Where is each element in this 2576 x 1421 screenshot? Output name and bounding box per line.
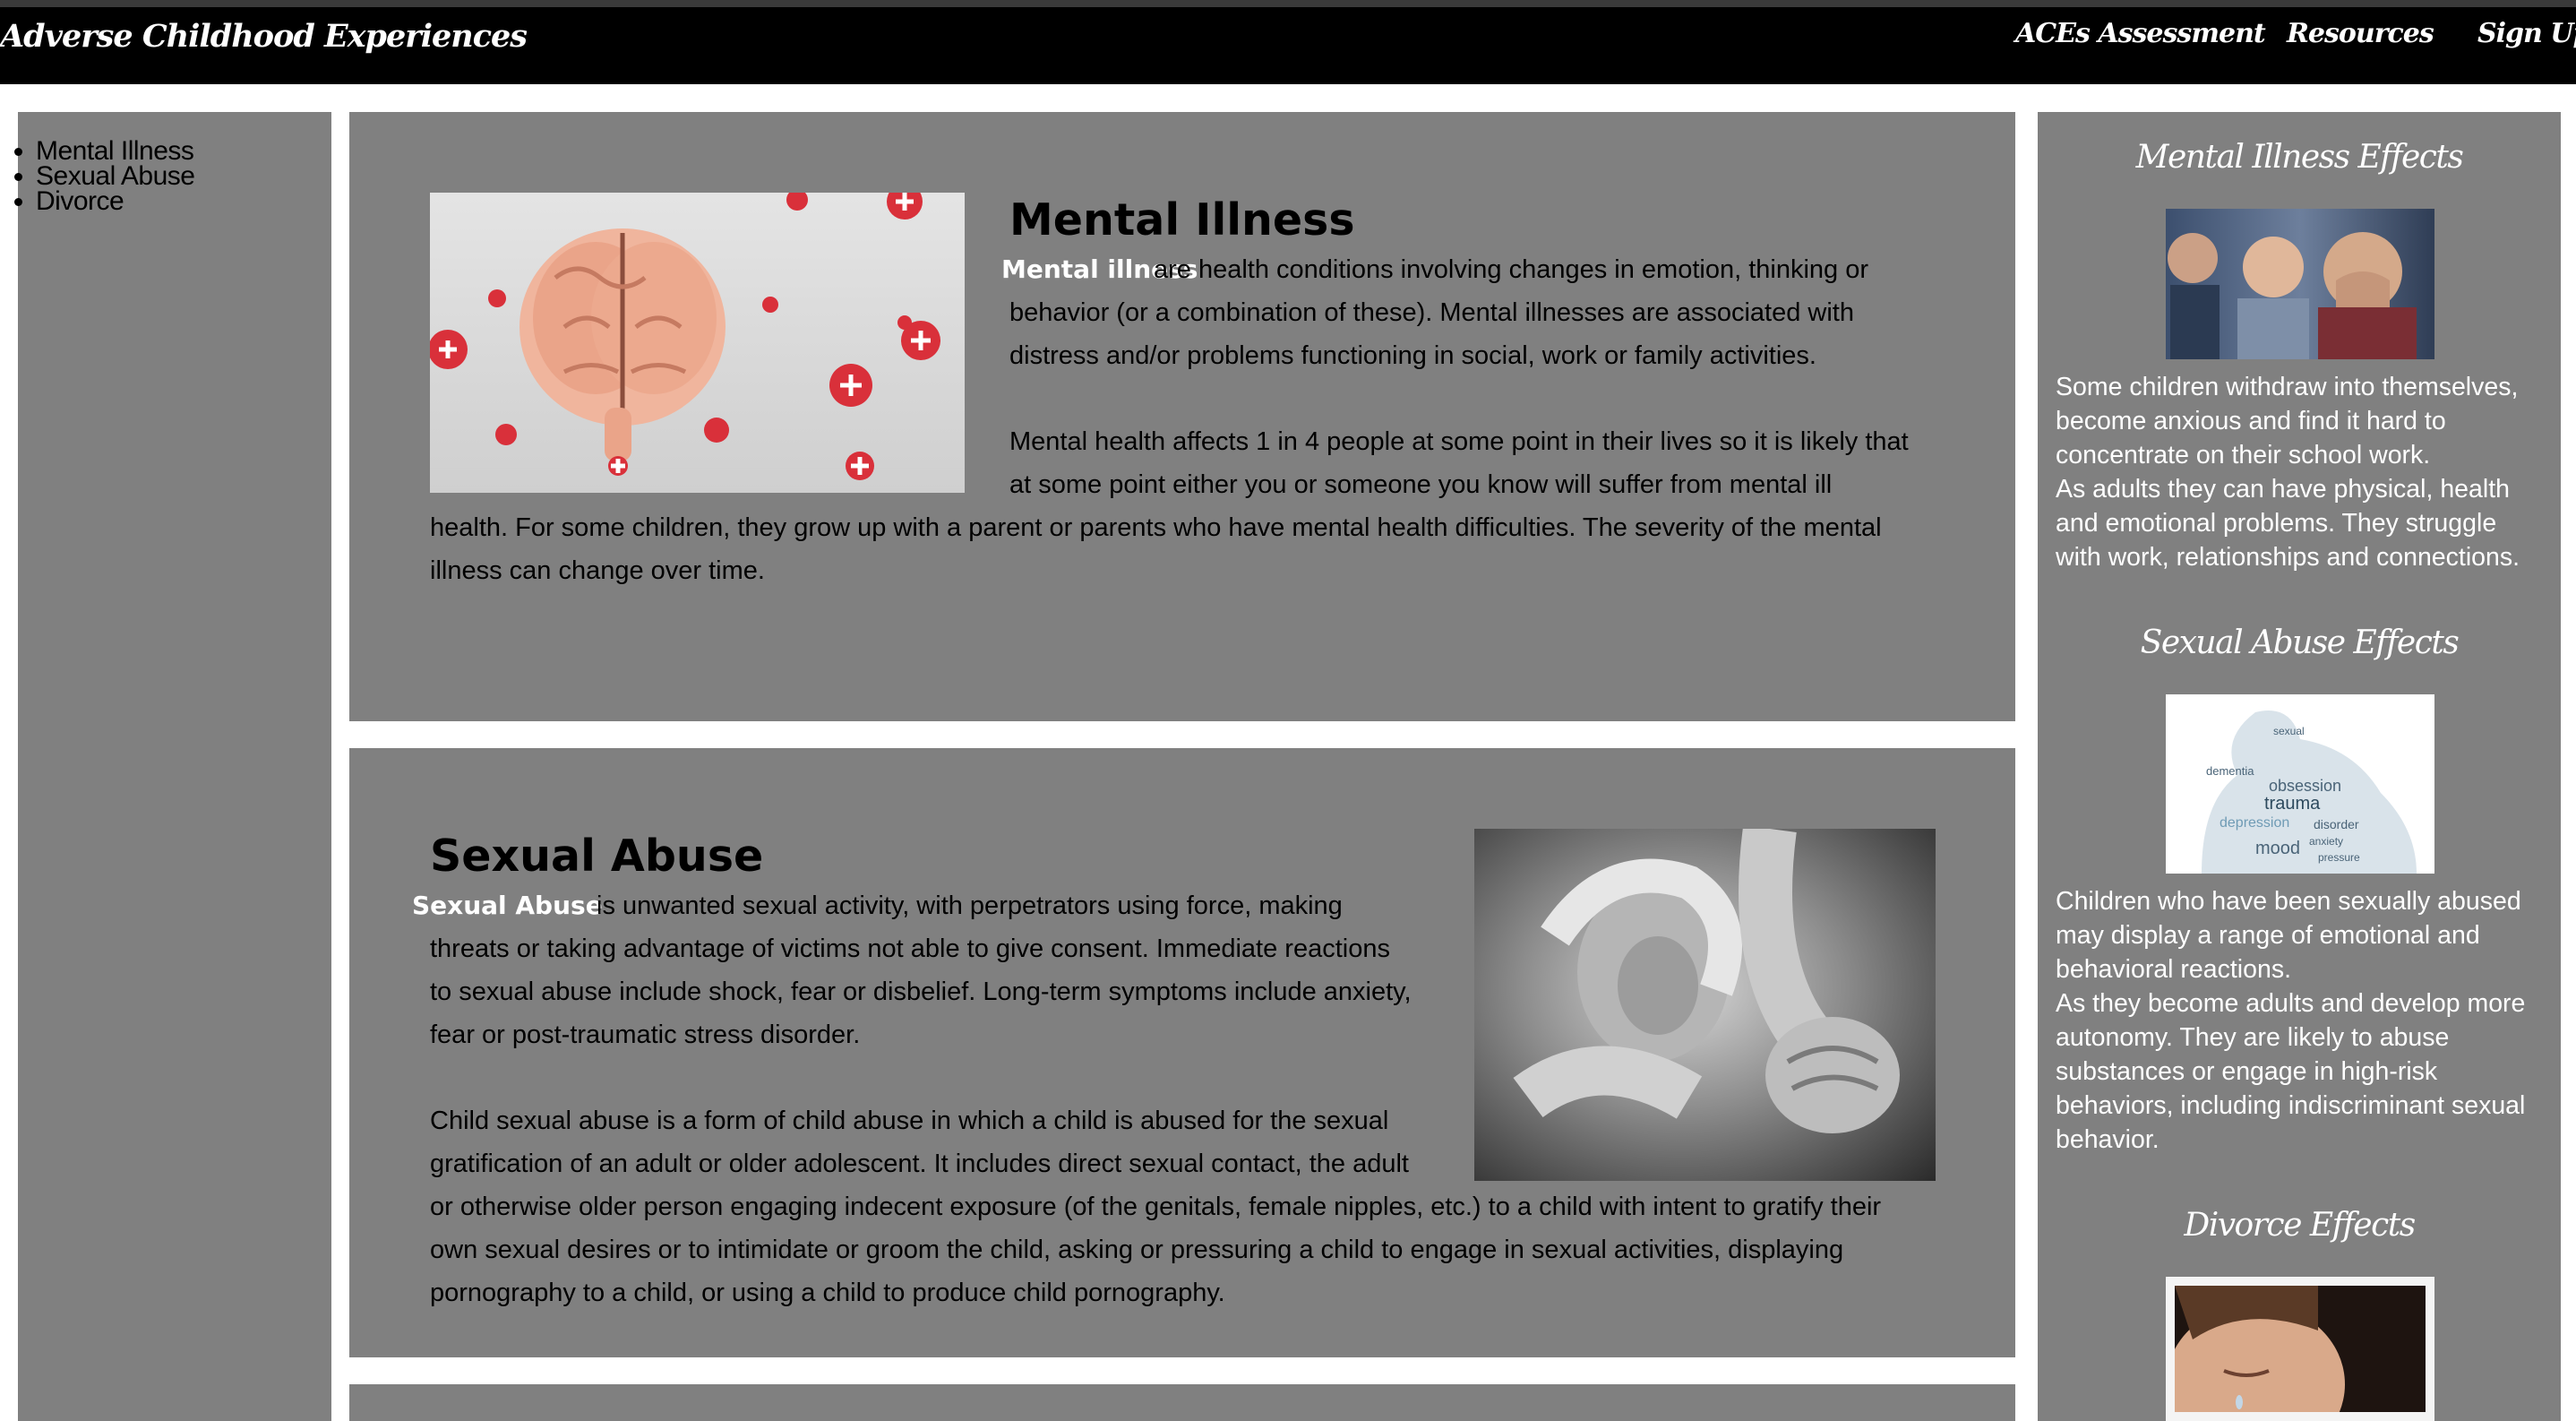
sexual-abuse-card: Sexual Abuse Sexual Abuse is unwanted se… — [349, 748, 2015, 1357]
sidebar-item-divorce[interactable]: Divorce — [36, 188, 194, 215]
sexual-abuse-effects-line-6: substances or engage in high-risk — [2056, 1057, 2438, 1086]
mental-illness-line-6: health. For some children, they grow up … — [430, 513, 1882, 542]
brain-image — [430, 193, 965, 493]
sexual-abuse-lead: Sexual Abuse — [412, 891, 603, 920]
wordcloud-word-3: depression — [2220, 815, 2289, 831]
mental-illness-line-3: distress and/or problems functioning in … — [1009, 341, 1816, 370]
brand-title[interactable]: Adverse Childhood Experiences — [0, 18, 528, 55]
sexual-abuse-line-5: Child sexual abuse is a form of child ab… — [430, 1107, 1389, 1135]
sexual-abuse-line-8: own sexual desires or to intimidate or g… — [430, 1236, 1844, 1264]
mental-illness-line-5: at some point either you or someone you … — [1009, 470, 1833, 499]
topic-list: Mental Illness Sexual Abuse Divorce — [18, 138, 195, 215]
mental-illness-effects-line-4: As adults they can have physical, health — [2056, 475, 2510, 504]
sexual-abuse-line-3: to sexual abuse include shock, fear or d… — [430, 977, 1412, 1006]
sidebar-item-sexual-abuse[interactable]: Sexual Abuse — [36, 163, 195, 190]
mental-illness-effects-line-3: concentrate on their school work. — [2056, 441, 2431, 469]
wordcloud-word-8: anxiety — [2309, 835, 2343, 848]
wordcloud-word-4: mood — [2255, 839, 2300, 858]
navbar: Adverse Childhood Experiences ACEs Asses… — [0, 7, 2576, 84]
sexual-abuse-effects-line-8: behavior. — [2056, 1125, 2160, 1154]
wordcloud-word-6: sexual — [2273, 725, 2305, 737]
wordcloud-figure-illustration: obsession trauma depression mood dementi… — [2202, 710, 2417, 874]
sexual-abuse-line-1: is unwanted sexual activity, with perpet… — [597, 891, 1343, 920]
nav-resources[interactable]: Resources — [2287, 18, 2434, 49]
nav-aces-assessment[interactable]: ACEs Assessment — [2015, 18, 2266, 49]
sexual-abuse-line-9: pornography to a child, or using a child… — [430, 1279, 1225, 1307]
sexual-abuse-effects-line-5: autonomy. They are likely to abuse — [2056, 1023, 2450, 1052]
sexual-abuse-effects-line-1: Children who have been sexually abused — [2056, 887, 2521, 916]
wordcloud-word-9: pressure — [2318, 851, 2360, 864]
sexual-abuse-heading: Sexual Abuse — [430, 831, 764, 882]
sexual-abuse-line-4: fear or post-traumatic stress disorder. — [430, 1021, 861, 1049]
mental-illness-card: Mental Illness Mental illness are health… — [349, 112, 2015, 721]
sidebar-item-mental-illness[interactable]: Mental Illness — [36, 138, 194, 165]
mental-illness-line-4: Mental health affects 1 in 4 people at s… — [1009, 427, 1909, 456]
sexual-abuse-line-6: gratification of an adult or older adole… — [430, 1150, 1409, 1178]
sexual-abuse-effects-line-2: may display a range of emotional and — [2056, 921, 2480, 950]
wordcloud-word-1: obsession — [2269, 777, 2341, 795]
brain-illustration — [430, 193, 940, 480]
mental-illness-effects-line-5: and emotional problems. They struggle — [2056, 509, 2497, 538]
distressed-figure-illustration — [1513, 829, 1900, 1133]
sexual-abuse-effects-title: Sexual Abuse Effects — [2140, 624, 2460, 661]
wordcloud-word-7: disorder — [2314, 817, 2359, 831]
mental-illness-line-2: behavior (or a combination of these). Me… — [1009, 298, 1854, 327]
sexual-abuse-effects-line-3: behavioral reactions. — [2056, 955, 2291, 984]
mental-illness-effects-line-1: Some children withdraw into themselves, — [2056, 373, 2519, 401]
wordcloud-word-2: trauma — [2264, 794, 2321, 814]
mental-illness-effects-line-2: become anxious and find it hard to — [2056, 407, 2446, 435]
divorce-image — [2166, 1277, 2434, 1421]
nav-sign-up[interactable]: Sign Up — [2477, 18, 2576, 49]
mental-illness-effects-line-6: with work, relationships and connections… — [2056, 543, 2520, 572]
divorce-effects-title: Divorce Effects — [2184, 1207, 2416, 1244]
sexual-abuse-line-2: threats or taking advantage of victims n… — [430, 934, 1390, 963]
mental-illness-line-7: illness can change over time. — [430, 556, 765, 585]
right-sidebar: Mental Illness Effects Some children wit… — [2038, 112, 2561, 1421]
mental-illness-heading: Mental Illness — [1009, 194, 1355, 245]
wordcloud-image: obsession trauma depression mood dementi… — [2166, 694, 2434, 874]
sexual-abuse-line-7: or otherwise older person engaging indec… — [430, 1193, 1882, 1221]
sexual-abuse-effects-line-7: behaviors, including indiscriminant sexu… — [2056, 1091, 2526, 1120]
bullying-illustration — [2168, 232, 2417, 359]
crying-child-illustration — [2175, 1286, 2426, 1412]
divorce-card — [349, 1384, 2015, 1421]
sexual-abuse-effects-line-4: As they become adults and develop more — [2056, 989, 2526, 1018]
top-strip — [0, 0, 2576, 7]
mental-illness-line-1: are health conditions involving changes … — [1154, 255, 1868, 284]
wordcloud-word-5: dementia — [2206, 764, 2254, 778]
sexual-abuse-photo — [1474, 829, 1936, 1181]
mental-illness-effects-title: Mental Illness Effects — [2135, 139, 2464, 176]
bullying-image — [2166, 209, 2434, 359]
left-sidebar: Mental Illness Sexual Abuse Divorce — [18, 112, 331, 1421]
